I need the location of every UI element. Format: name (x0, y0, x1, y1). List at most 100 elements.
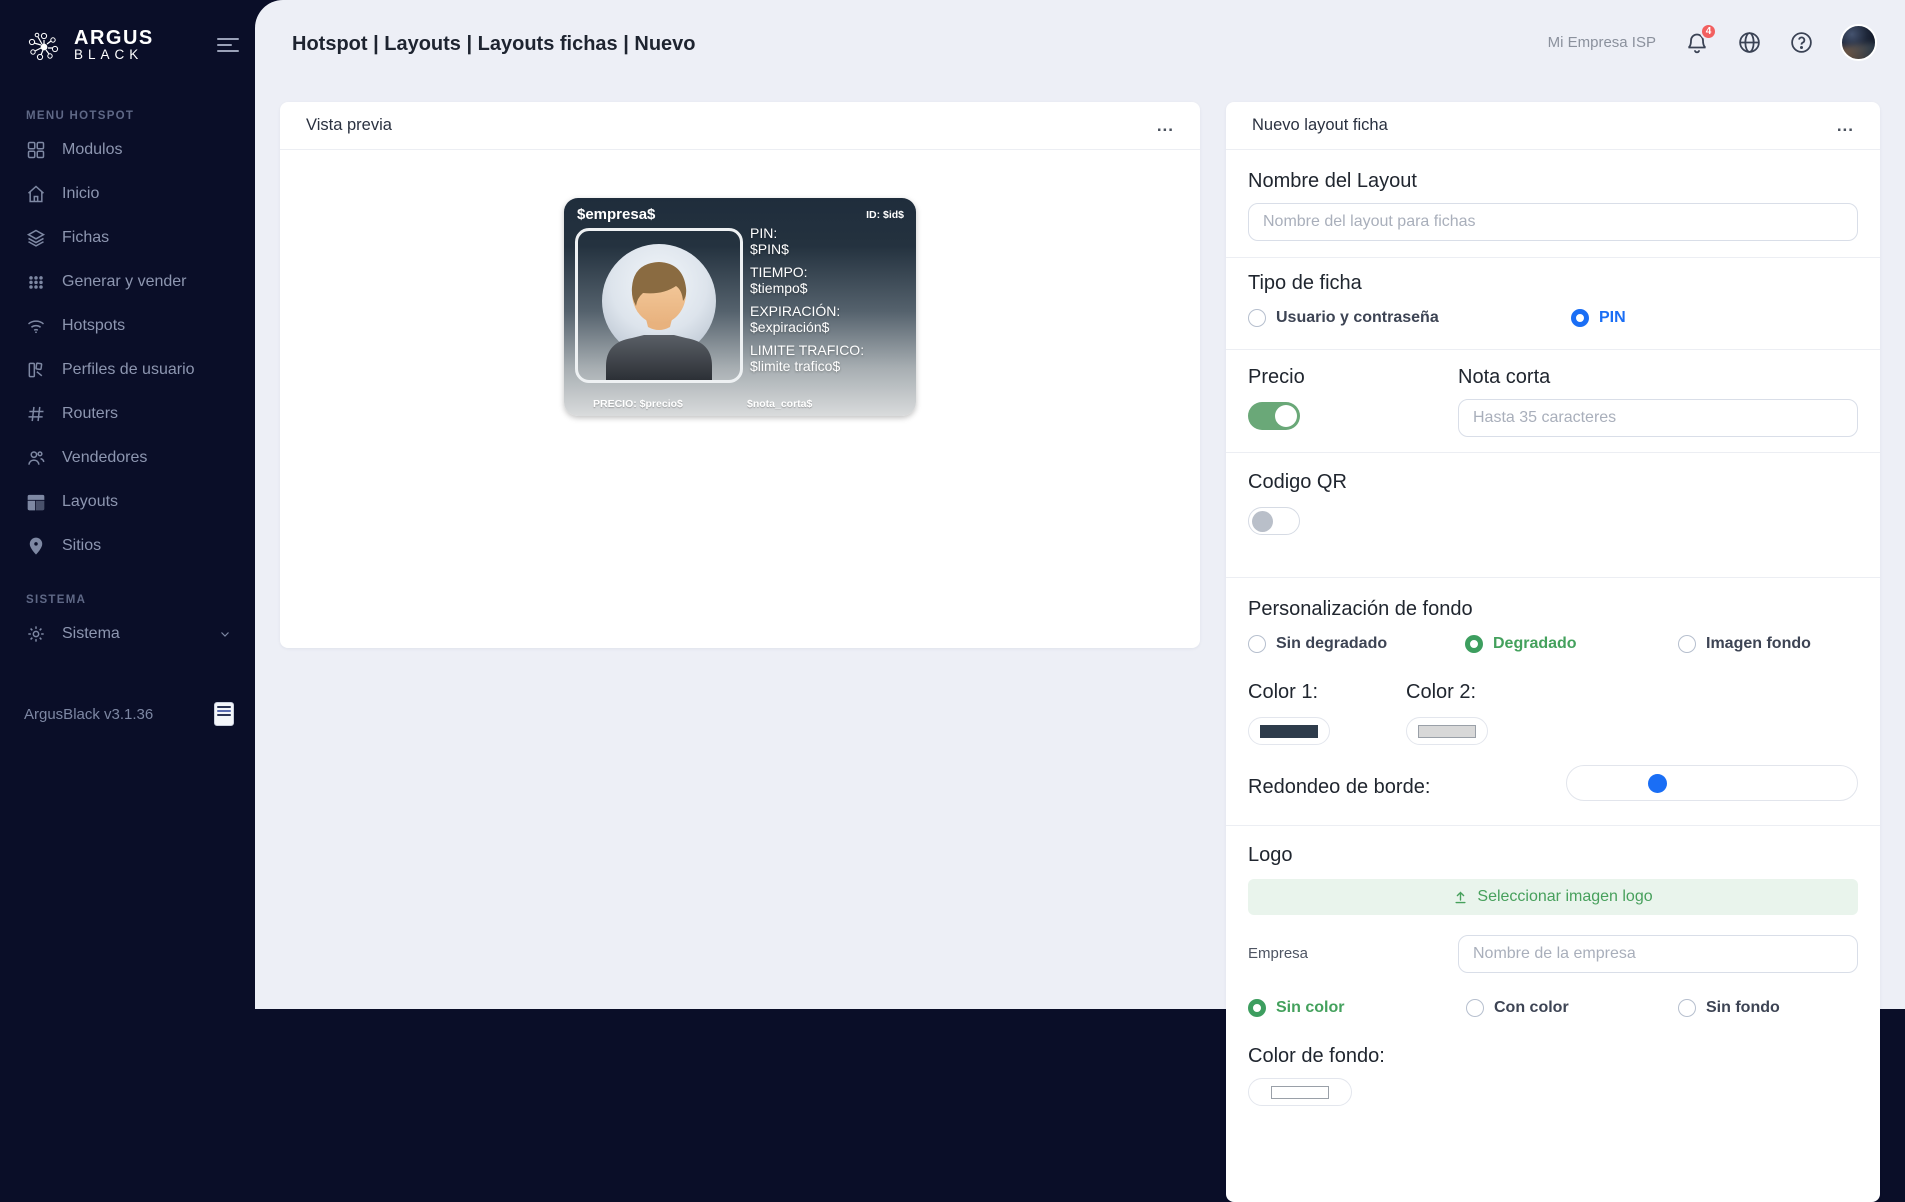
logo-line1: ARGUS (74, 30, 154, 47)
notifications-button[interactable]: 4 (1684, 30, 1710, 56)
color-fondo-heading: Color de fondo: (1248, 1045, 1858, 1068)
color2-picker[interactable] (1406, 717, 1488, 745)
sidebar-item-label: Routers (62, 405, 118, 423)
users-icon (26, 448, 46, 468)
upload-icon (1453, 890, 1468, 905)
divider (1226, 349, 1880, 350)
ficha-precio: PRECIO: $precio$ (593, 398, 683, 410)
ficha-fields: PIN:$PIN$ TIEMPO:$tiempo$ EXPIRACIÓN:$ex… (750, 225, 864, 381)
logo-line2: BLACK (74, 47, 154, 62)
personalizacion-fondo-heading: Personalización de fondo (1248, 598, 1858, 621)
ficha-field-label: LIMITE TRAFICO: (750, 342, 864, 358)
ficha-field-label: EXPIRACIÓN: (750, 303, 864, 319)
radio-circle-icon (1678, 635, 1696, 653)
sidebar-item-label: Layouts (62, 493, 118, 511)
user-avatar[interactable] (1840, 24, 1877, 61)
sidebar-item-modulos[interactable]: Modulos (0, 128, 255, 172)
certificate-badge-icon[interactable] (214, 702, 234, 726)
preview-card-menu-icon[interactable]: ... (1157, 121, 1174, 131)
color-fondo-picker[interactable] (1248, 1078, 1352, 1106)
modules-grid-icon (26, 140, 46, 160)
sidebar-item-label: Perfiles de usuario (62, 361, 195, 379)
sidebar-item-label: Inicio (62, 185, 99, 203)
hash-icon (26, 404, 46, 424)
app-logo: ARGUS BLACK (0, 0, 255, 66)
codigo-qr-toggle[interactable] (1248, 507, 1300, 535)
ficha-field-label: TIEMPO: (750, 264, 864, 280)
sidebar-item-label: Generar y vender (62, 273, 187, 291)
color1-picker[interactable] (1248, 717, 1330, 745)
radio-usuario-contrasena[interactable]: Usuario y contraseña (1248, 309, 1439, 327)
form-card-title: Nuevo layout ficha (1252, 116, 1388, 135)
radio-sin-color[interactable]: Sin color (1248, 999, 1344, 1017)
ficha-nota-corta: $nota_corta$ (747, 398, 812, 410)
radio-sin-degradado[interactable]: Sin degradado (1248, 635, 1387, 653)
logo-heading: Logo (1248, 844, 1858, 867)
sidebar-item-hotspots[interactable]: Hotspots (0, 304, 255, 348)
ficha-field-value: $expiración$ (750, 319, 864, 335)
layout-icon (26, 492, 46, 512)
border-radius-slider[interactable] (1566, 765, 1858, 801)
sidebar-section-sistema: SISTEMA (0, 594, 255, 606)
ficha-id: ID: $id$ (866, 209, 904, 221)
sidebar-item-routers[interactable]: Routers (0, 392, 255, 436)
globe-icon (1737, 30, 1762, 55)
new-layout-form-card: Nuevo layout ficha ... Nombre del Layout… (1226, 102, 1880, 1202)
radio-circle-icon (1571, 309, 1589, 327)
language-button[interactable] (1736, 30, 1762, 56)
divider (1226, 825, 1880, 826)
main-content: Hotspot | Layouts | Layouts fichas | Nue… (255, 0, 1905, 1009)
ficha-field-label: PIN: (750, 225, 864, 241)
radio-circle-icon (1248, 635, 1266, 653)
sidebar-item-generar-y-vender[interactable]: Generar y vender (0, 260, 255, 304)
map-pin-icon (26, 536, 46, 556)
divider (1226, 452, 1880, 453)
radio-circle-icon (1466, 999, 1484, 1017)
ficha-field-value: $PIN$ (750, 241, 864, 257)
radio-con-color[interactable]: Con color (1466, 999, 1569, 1017)
select-logo-button[interactable]: Seleccionar imagen logo (1248, 879, 1858, 915)
sidebar-section-menu-hotspot: MENU HOTSPOT (0, 110, 255, 122)
nota-corta-input[interactable] (1458, 399, 1858, 437)
sidebar-item-label: Modulos (62, 141, 122, 159)
radio-degradado[interactable]: Degradado (1465, 635, 1577, 653)
divider (1226, 577, 1880, 578)
argus-network-logo-icon (24, 26, 64, 66)
sidebar-item-label: Fichas (62, 229, 109, 247)
sidebar: ARGUS BLACK MENU HOTSPOT Modulos Inicio … (0, 0, 255, 1009)
slider-knob[interactable] (1648, 774, 1667, 793)
divider (1226, 257, 1880, 258)
precio-toggle[interactable] (1248, 402, 1300, 430)
sidebar-item-perfiles-de-usuario[interactable]: Perfiles de usuario (0, 348, 255, 392)
sidebar-item-fichas[interactable]: Fichas (0, 216, 255, 260)
sidebar-item-vendedores[interactable]: Vendedores (0, 436, 255, 480)
sidebar-collapse-icon[interactable] (217, 38, 239, 56)
empresa-input[interactable] (1458, 935, 1858, 973)
color1-heading: Color 1: (1248, 681, 1858, 704)
color2-heading: Color 2: (1406, 681, 1476, 704)
wifi-icon (26, 316, 46, 336)
ficha-empresa: $empresa$ (577, 206, 655, 223)
app-version: ArgusBlack v3.1.36 (24, 706, 153, 723)
radio-imagen-fondo[interactable]: Imagen fondo (1678, 635, 1811, 653)
ficha-field-value: $tiempo$ (750, 280, 864, 296)
sidebar-item-sitios[interactable]: Sitios (0, 524, 255, 568)
topbar: Hotspot | Layouts | Layouts fichas | Nue… (255, 0, 1905, 92)
nombre-layout-input[interactable] (1248, 203, 1858, 241)
sidebar-item-layouts[interactable]: Layouts (0, 480, 255, 524)
help-button[interactable] (1788, 30, 1814, 56)
radio-circle-icon (1248, 309, 1266, 327)
chevron-down-icon (219, 628, 231, 640)
form-card-menu-icon[interactable]: ... (1837, 121, 1854, 131)
sidebar-item-label: Sistema (62, 625, 120, 643)
preview-card-title: Vista previa (306, 116, 392, 135)
sidebar-item-label: Sitios (62, 537, 101, 555)
sidebar-item-inicio[interactable]: Inicio (0, 172, 255, 216)
radio-pin[interactable]: PIN (1571, 309, 1626, 327)
radio-sin-fondo[interactable]: Sin fondo (1678, 999, 1780, 1017)
sidebar-item-label: Hotspots (62, 317, 125, 335)
sidebar-item-sistema[interactable]: Sistema (0, 612, 255, 656)
preview-card: Vista previa ... $empresa$ ID: $id$ (280, 102, 1200, 648)
person-avatar-icon (578, 231, 740, 380)
ficha-avatar-frame (575, 228, 743, 383)
